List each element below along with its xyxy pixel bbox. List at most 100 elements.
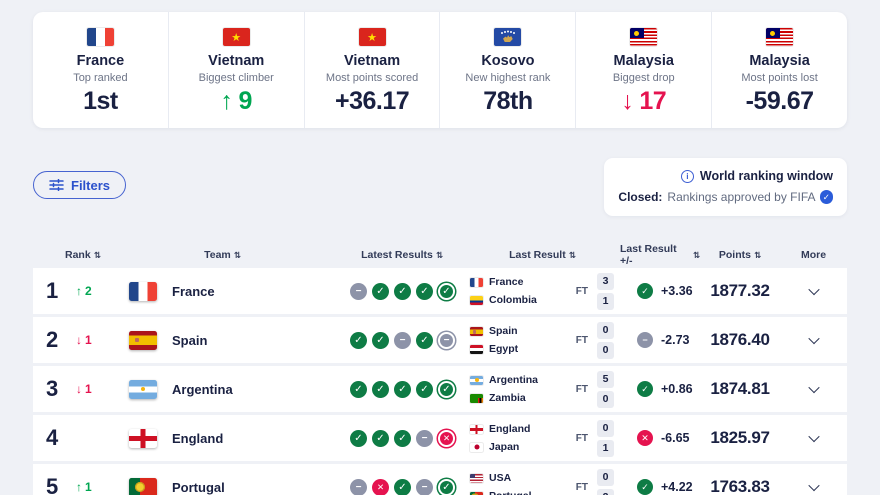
away-team-name: Zambia (489, 392, 526, 404)
result-icon (350, 479, 367, 495)
away-flag-icon (470, 296, 483, 305)
down-arrow-icon (621, 87, 633, 116)
team-flag-icon (129, 282, 157, 301)
rank-change: 1 (76, 333, 92, 347)
stat-country: Kosovo (481, 53, 534, 69)
stat-label: New highest rank (465, 72, 550, 84)
table-row-spain[interactable]: 21 Spain Spain Egypt FT 00 -2.73 1876.40 (33, 317, 847, 363)
rank-change-arrow-icon (76, 284, 82, 298)
header-last-result[interactable]: Last Result⇅ (465, 249, 620, 261)
ranking-window-card: World ranking window Closed: Rankings ap… (604, 158, 847, 216)
rank-change: 1 (76, 480, 92, 494)
chevron-down-icon[interactable] (808, 480, 819, 491)
chevron-down-icon[interactable] (808, 333, 819, 344)
match-status: FT (576, 286, 588, 297)
stat-country: France (77, 53, 125, 69)
home-team-name: USA (489, 472, 511, 484)
last-result-delta: +0.86 (620, 381, 700, 397)
away-score: 0 (597, 342, 614, 359)
stat-value: 9 (221, 87, 252, 116)
rank-change: 2 (76, 284, 92, 298)
result-icon (372, 332, 389, 349)
header-team[interactable]: Team⇅ (115, 249, 290, 261)
result-icon (372, 381, 389, 398)
rank-number: 2 (46, 327, 68, 353)
header-last-result-delta[interactable]: Last Result +/-⇅ (620, 243, 700, 267)
chevron-down-icon[interactable] (808, 284, 819, 295)
result-icon (438, 479, 455, 495)
away-score: 1 (597, 440, 614, 457)
result-icon (438, 332, 455, 349)
table-row-argentina[interactable]: 31 Argentina Argentina Zambia FT 50 +0.8… (33, 366, 847, 412)
points-value: 1763.83 (700, 477, 780, 495)
home-score: 0 (597, 322, 614, 339)
match-status: FT (576, 482, 588, 493)
stat-most-points-lost: Malaysia Most points lost -59.67 (711, 12, 847, 128)
kosovo-flag-icon (494, 28, 521, 46)
latest-results (290, 332, 465, 349)
stat-value: +36.17 (335, 87, 409, 116)
points-value: 1876.40 (700, 330, 780, 350)
team-name: England (172, 431, 223, 446)
home-score: 3 (597, 273, 614, 290)
match-status: FT (576, 433, 588, 444)
latest-results (290, 479, 465, 495)
away-score: 1 (597, 293, 614, 310)
header-rank[interactable]: Rank⇅ (33, 249, 115, 261)
vietnam-flag-icon (359, 28, 386, 46)
table-row-england[interactable]: 4 England England Japan FT 01 -6.65 1825… (33, 415, 847, 461)
result-icon (350, 430, 367, 447)
stat-biggest-drop: Malaysia Biggest drop 17 (575, 12, 711, 128)
team-flag-icon (129, 478, 157, 495)
result-icon (416, 430, 433, 447)
stat-value: 1st (83, 87, 118, 116)
latest-results (290, 381, 465, 398)
match-status: FT (576, 384, 588, 395)
header-points[interactable]: Points⇅ (700, 249, 780, 261)
vietnam-flag-icon (223, 28, 250, 46)
result-icon (394, 430, 411, 447)
window-status-text: Rankings approved by FIFA (667, 190, 815, 204)
team-flag-icon (129, 429, 157, 448)
team-name: Argentina (172, 382, 233, 397)
header-more: More (780, 249, 847, 261)
points-value: 1825.97 (700, 428, 780, 448)
sort-icon: ⇅ (234, 250, 241, 261)
table-row-france[interactable]: 12 France France Colombia FT 31 +3.36 18… (33, 268, 847, 314)
rank-change: 1 (76, 382, 92, 396)
last-result-delta: +4.22 (620, 479, 700, 495)
result-icon (372, 430, 389, 447)
home-flag-icon (470, 327, 483, 336)
away-team-name: Portugal (489, 490, 532, 495)
away-score: 2 (597, 489, 614, 495)
filters-button[interactable]: Filters (33, 171, 126, 199)
result-icon (416, 332, 433, 349)
info-icon[interactable] (681, 170, 694, 183)
away-flag-icon (470, 394, 483, 403)
delta-result-icon (637, 430, 653, 446)
result-icon (416, 381, 433, 398)
result-icon (350, 332, 367, 349)
stat-label: Biggest drop (613, 72, 675, 84)
home-score: 5 (597, 371, 614, 388)
malaysia-flag-icon (766, 28, 793, 46)
last-result: England Japan FT 01 (465, 420, 620, 457)
result-icon (350, 381, 367, 398)
delta-value: -2.73 (661, 333, 690, 347)
home-score: 0 (597, 420, 614, 437)
ranking-window-title: World ranking window (700, 169, 833, 183)
chevron-down-icon[interactable] (808, 431, 819, 442)
home-team-name: Spain (489, 325, 518, 337)
result-icon (438, 381, 455, 398)
home-team-name: France (489, 276, 523, 288)
rank-change-arrow-icon (76, 480, 82, 494)
fifa-verified-icon (820, 190, 834, 204)
result-icon (416, 283, 433, 300)
away-flag-icon (470, 345, 483, 354)
header-latest-results[interactable]: Latest Results⇅ (290, 249, 465, 261)
stat-label: Top ranked (73, 72, 127, 84)
chevron-down-icon[interactable] (808, 382, 819, 393)
last-result-delta: -6.65 (620, 430, 700, 446)
table-row-portugal[interactable]: 51 Portugal USA Portugal FT 02 +4.22 176… (33, 464, 847, 495)
stat-value: 17 (621, 87, 666, 116)
